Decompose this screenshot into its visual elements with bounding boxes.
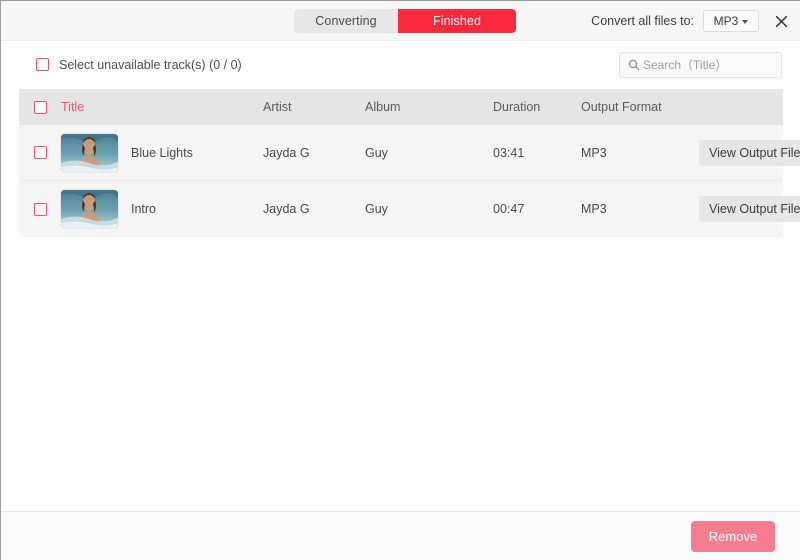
row-output-format: MP3 [581, 202, 607, 216]
row-artist: Jayda G [263, 145, 310, 160]
row-select-cell[interactable] [19, 146, 61, 159]
filter-toolbar: Select unavailable track(s) (0 / 0) Sear… [1, 41, 800, 88]
convert-all-group: Convert all files to: MP3 [591, 1, 792, 41]
row-duration: 00:47 [493, 202, 525, 216]
window-close-button[interactable] [770, 10, 792, 32]
row-artist: Jayda G [263, 202, 310, 216]
column-header-album[interactable]: Album [365, 100, 493, 114]
table-row[interactable]: Blue Lights Jayda G Guy 03:41 MP3 View O… [19, 125, 800, 181]
tab-converting-label: Converting [315, 14, 377, 28]
table-row[interactable]: Intro Jayda G Guy 00:47 MP3 View Output … [19, 181, 800, 237]
row-title-cell: Blue Lights [61, 133, 263, 172]
select-unavailable-checkbox[interactable] [36, 58, 49, 71]
row-actions: View Output File [699, 196, 800, 222]
search-icon [628, 59, 640, 71]
tab-group: Converting Finished [294, 9, 516, 33]
row-checkbox[interactable] [33, 202, 47, 216]
column-header-title[interactable]: Title [61, 100, 263, 114]
album-artwork-thumbnail [61, 190, 118, 228]
column-header-duration[interactable]: Duration [493, 100, 581, 114]
view-output-file-button[interactable]: View Output File [699, 196, 800, 222]
row-checkbox[interactable] [33, 146, 47, 159]
select-all-checkbox[interactable] [33, 100, 47, 114]
row-album: Guy [365, 145, 388, 160]
output-format-select[interactable]: MP3 [703, 10, 759, 32]
select-all-cell[interactable] [19, 100, 61, 114]
select-unavailable-tracks[interactable]: Select unavailable track(s) (0 / 0) [36, 58, 242, 72]
tab-finished-label: Finished [432, 14, 482, 28]
column-header-artist[interactable]: Artist [263, 100, 365, 114]
converter-window: Converting Finished Convert all files to… [0, 0, 800, 560]
row-select-cell[interactable] [19, 202, 61, 216]
close-icon [775, 15, 787, 27]
tab-finished[interactable]: Finished [398, 9, 516, 33]
output-format-value: MP3 [713, 14, 739, 28]
column-header-output-format[interactable]: Output Format [581, 100, 699, 114]
table-header-row: Title Artist Album Duration Output Forma… [19, 89, 783, 125]
row-title-cell: Intro [61, 190, 263, 228]
row-title: Intro [131, 202, 157, 216]
row-title: Blue Lights [131, 145, 193, 160]
row-actions: View Output File [699, 139, 800, 166]
row-output-format: MP3 [581, 145, 607, 160]
chevron-down-icon [742, 19, 749, 24]
remove-button[interactable]: Remove [691, 520, 775, 552]
row-album: Guy [365, 202, 388, 216]
search-input[interactable]: Search（Title） [619, 51, 782, 78]
top-toolbar: Converting Finished Convert all files to… [1, 1, 800, 41]
search-placeholder: Search（Title） [643, 58, 728, 72]
footer-bar: Remove [1, 511, 800, 560]
view-output-file-button[interactable]: View Output File [699, 139, 800, 166]
album-artwork-thumbnail [61, 133, 118, 172]
select-unavailable-label: Select unavailable track(s) (0 / 0) [59, 57, 242, 72]
tracks-table: Title Artist Album Duration Output Forma… [19, 89, 800, 237]
tab-converting[interactable]: Converting [294, 9, 398, 33]
convert-all-label: Convert all files to: [591, 14, 694, 28]
row-duration: 03:41 [493, 145, 525, 160]
